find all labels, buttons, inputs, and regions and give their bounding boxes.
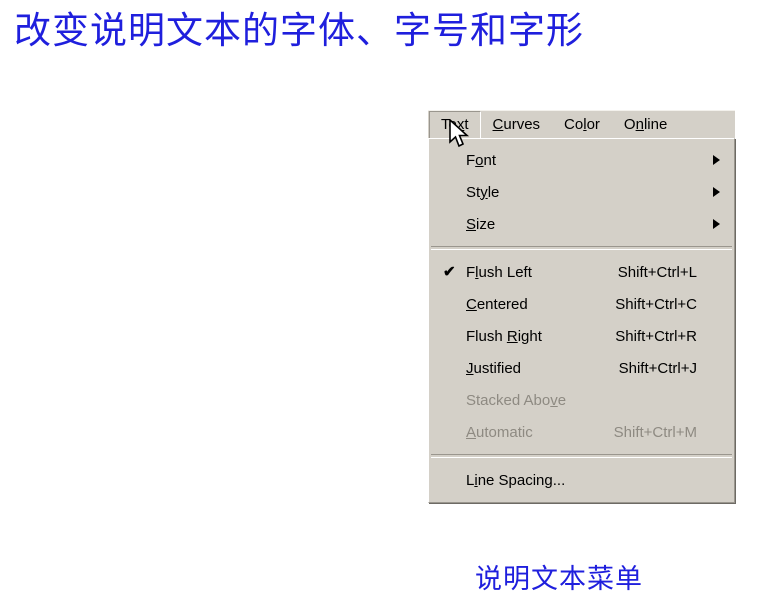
menubar-item-text[interactable]: Text	[429, 111, 481, 139]
mnemonic-letter: J	[466, 359, 474, 377]
text-dropdown-menu: Font Style Size ✔ Flush Left Shift+Ctrl+L Cent…	[428, 138, 735, 503]
menu-item-shortcut: Shift+Ctrl+M	[613, 423, 697, 441]
menu-item-shortcut: Shift+Ctrl+R	[615, 327, 697, 345]
menu-item-flush-left[interactable]: ✔ Flush Left Shift+Ctrl+L	[429, 256, 734, 288]
mnemonic-letter: C	[492, 116, 504, 133]
menu-item-label: Stacked Above	[466, 391, 567, 409]
page-title: 改变说明文本的字体、字号和字形	[14, 9, 584, 52]
mnemonic-letter: A	[466, 423, 477, 441]
submenu-arrow-icon	[713, 155, 720, 165]
menu-item-label: Style	[466, 183, 500, 201]
menu-item-shortcut: Shift+Ctrl+L	[617, 263, 697, 281]
menu-item-shortcut: Shift+Ctrl+J	[618, 359, 697, 377]
menubar-item-label: Curves	[492, 116, 541, 133]
text-menu-window: Text Curves Color Online Font Style Size ✔ Flus…	[428, 110, 735, 503]
mnemonic-letter: v	[550, 391, 558, 409]
check-icon: ✔	[443, 263, 456, 281]
mnemonic-letter: R	[506, 327, 518, 345]
mnemonic-letter: o	[475, 151, 484, 169]
menu-item-style[interactable]: Style	[429, 176, 734, 208]
menu-item-label: Justified	[466, 359, 522, 377]
mnemonic-letter: C	[466, 295, 477, 313]
menubar-item-label: Color	[564, 116, 600, 133]
mnemonic-letter: y	[480, 183, 488, 201]
menu-bar: Text Curves Color Online	[428, 110, 735, 139]
submenu-arrow-icon	[713, 187, 720, 197]
menu-item-justified[interactable]: Justified Shift+Ctrl+J	[429, 352, 734, 384]
menu-item-stacked-above: Stacked Above	[429, 384, 734, 416]
menu-item-label: Font	[466, 151, 497, 169]
mnemonic-letter: S	[466, 215, 477, 233]
menu-item-line-spacing[interactable]: Line Spacing...	[429, 464, 734, 496]
mnemonic-letter: n	[635, 116, 644, 133]
menu-item-label: Flush Right	[466, 327, 542, 345]
menubar-item-color[interactable]: Color	[552, 111, 612, 138]
menu-separator	[431, 246, 732, 250]
mnemonic-letter: i	[474, 471, 478, 489]
menubar-item-online[interactable]: Online	[612, 111, 679, 138]
menu-item-label: Size	[466, 215, 496, 233]
menu-item-flush-right[interactable]: Flush Right Shift+Ctrl+R	[429, 320, 734, 352]
mnemonic-letter: l	[583, 116, 587, 133]
mnemonic-letter: l	[475, 263, 479, 281]
menu-item-label: Flush Left	[466, 263, 532, 281]
menubar-item-label: Online	[623, 116, 668, 133]
menu-item-shortcut: Shift+Ctrl+C	[615, 295, 697, 313]
mnemonic-letter: x	[456, 116, 465, 133]
menu-item-centered[interactable]: Centered Shift+Ctrl+C	[429, 288, 734, 320]
menu-item-size[interactable]: Size	[429, 208, 734, 240]
menu-item-label: Automatic	[466, 423, 533, 441]
menubar-item-label: Text	[441, 116, 469, 133]
submenu-arrow-icon	[713, 219, 720, 229]
menu-item-label: Centered	[466, 295, 528, 313]
menu-separator	[431, 454, 732, 458]
page-caption: 说明文本菜单	[475, 564, 643, 595]
menu-item-label: Line Spacing...	[466, 471, 566, 489]
menu-item-automatic: Automatic Shift+Ctrl+M	[429, 416, 734, 448]
menubar-item-curves[interactable]: Curves	[481, 111, 553, 138]
menu-item-font[interactable]: Font	[429, 144, 734, 176]
